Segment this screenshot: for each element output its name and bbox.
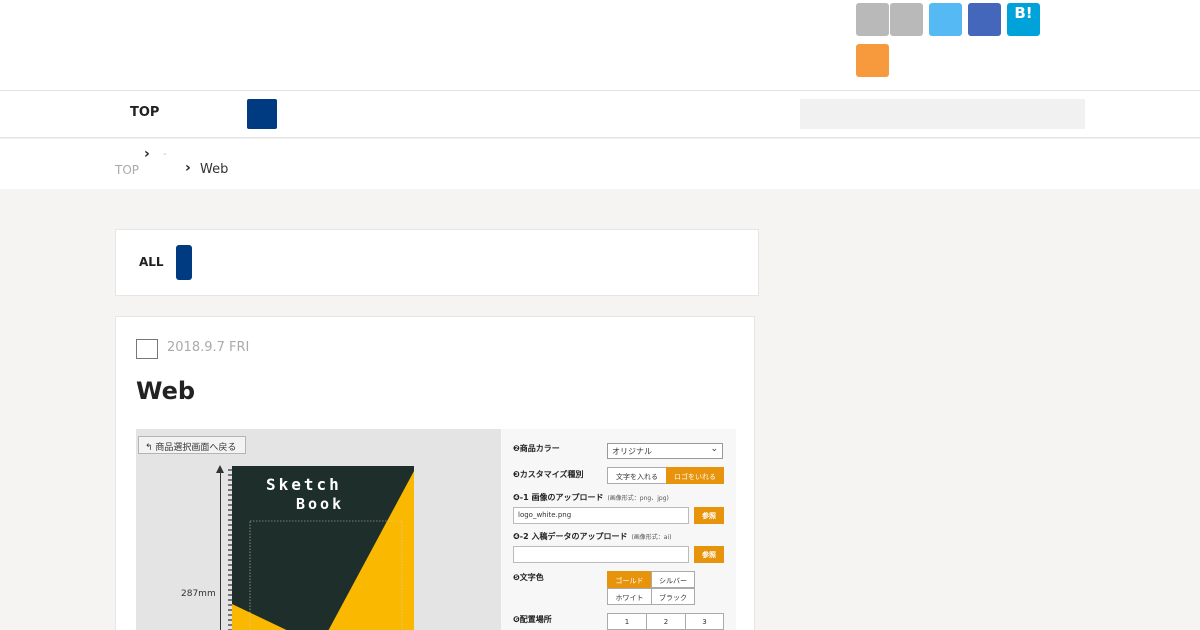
return-arrow-icon: ↰: [145, 443, 156, 453]
article-image[interactable]: ↰ 商品選択画面へ戻る 287mm Sketch Book ❷商品カラー オリジ…: [136, 429, 736, 630]
search-input[interactable]: [800, 99, 1085, 129]
article-card: 2018.9.7 FRI Web ↰ 商品選択画面へ戻る 287mm Sketc…: [115, 316, 755, 630]
product-preview-pane: ↰ 商品選択画面へ戻る 287mm Sketch Book: [136, 429, 501, 630]
dimension-label: 287mm: [181, 589, 216, 599]
category-checkbox[interactable]: [136, 339, 158, 359]
chevron-right-icon: ›: [144, 146, 150, 162]
text-color-white: ホワイト: [607, 588, 652, 605]
nav-menu-button[interactable]: [247, 99, 277, 129]
category-tag[interactable]: [176, 245, 192, 280]
chevron-right-icon: ›: [185, 160, 191, 176]
manuscript-browse-button: 参照: [694, 546, 724, 563]
facebook-share-button[interactable]: [968, 3, 1001, 36]
back-to-products-button: ↰ 商品選択画面へ戻る: [138, 436, 246, 454]
text-color-label: ❺文字色: [513, 573, 544, 582]
position-option-1: 1: [607, 613, 647, 630]
manuscript-upload-field: [513, 546, 689, 563]
breadcrumb-current: Web: [200, 162, 229, 177]
site-header: B!: [0, 0, 1200, 90]
dimension-line: [220, 469, 221, 630]
text-color-gold: ゴールド: [607, 571, 652, 588]
feedly-share-button[interactable]: [856, 44, 889, 77]
text-color-black: ブラック: [651, 588, 695, 605]
position-option-2: 2: [646, 613, 686, 630]
share-button-gray-2[interactable]: [890, 3, 923, 36]
share-button-gray-1[interactable]: [856, 3, 889, 36]
position-label: ❻配置場所: [513, 615, 552, 624]
main-nav: TOP: [0, 90, 1200, 138]
article-date: 2018.9.7 FRI: [167, 340, 250, 355]
customize-type-label: ❸カスタマイズ種別: [513, 470, 584, 479]
book-title-line1: Sketch: [266, 475, 342, 494]
customize-options-pane: ❷商品カラー オリジナル ⌄ ❸カスタマイズ種別 文字を入れる ロゴをいれる ❹…: [501, 429, 736, 630]
text-color-silver: シルバー: [651, 571, 695, 588]
color-option-label: ❷商品カラー: [513, 444, 560, 453]
hatena-bookmark-icon: B!: [1014, 4, 1033, 22]
customize-option-logo: ロゴをいれる: [666, 467, 724, 484]
hatena-bookmark-button[interactable]: B!: [1007, 3, 1040, 36]
chevron-down-icon: ⌄: [710, 444, 718, 454]
image-browse-button: 参照: [694, 507, 724, 524]
article-title[interactable]: Web: [136, 377, 195, 405]
image-upload-field: logo_white.png: [513, 507, 689, 524]
category-all-link[interactable]: ALL: [139, 255, 164, 269]
manuscript-upload-label: ❹-2 入稿データのアップロード (画像形式：ai): [513, 532, 672, 541]
customize-option-text: 文字を入れる: [607, 467, 667, 484]
image-upload-label: ❹-1 画像のアップロード (画像形式：png、jpg): [513, 493, 669, 502]
breadcrumb: › - TOP › Web: [0, 139, 1200, 189]
book-title-line2: Book: [296, 495, 345, 513]
twitter-share-button[interactable]: [929, 3, 962, 36]
breadcrumb-separator: -: [163, 149, 167, 160]
color-select: オリジナル ⌄: [607, 443, 723, 459]
nav-top-link[interactable]: TOP: [130, 105, 159, 120]
breadcrumb-top-link[interactable]: TOP: [115, 163, 139, 177]
position-option-3: 3: [685, 613, 724, 630]
category-filter: ALL: [115, 229, 759, 296]
